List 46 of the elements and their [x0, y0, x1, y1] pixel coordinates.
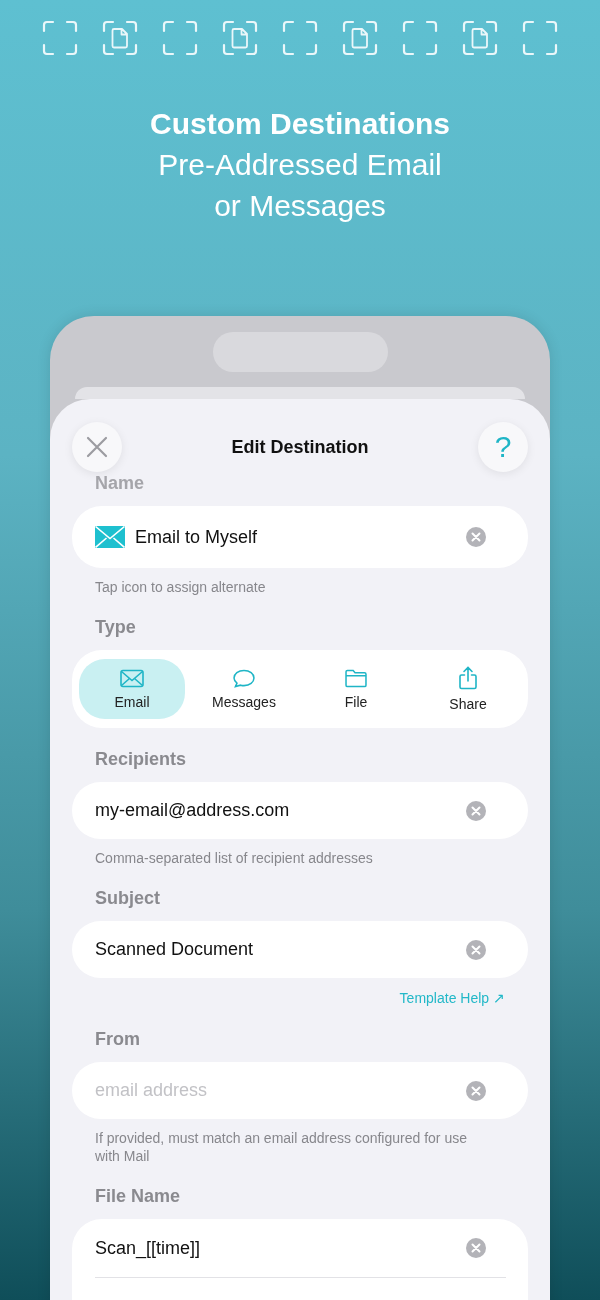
- section-label: File Name: [95, 1185, 181, 1207]
- clear-icon[interactable]: [466, 1238, 486, 1258]
- scan-frame-icon: [282, 20, 318, 56]
- headline-title: Custom Destinations: [150, 106, 450, 142]
- sheet-title: Edit Destination: [231, 436, 369, 458]
- text-field[interactable]: my-email@address.com: [72, 782, 528, 839]
- section-label: Recipients: [95, 748, 187, 770]
- clear-icon[interactable]: [466, 939, 486, 960]
- close-button[interactable]: [72, 422, 122, 472]
- text-field[interactable]: Scanned Document: [72, 921, 528, 978]
- type-option[interactable]: Email: [79, 659, 185, 719]
- section-label: Name: [95, 472, 145, 494]
- type-option[interactable]: File: [303, 659, 409, 719]
- scan-frame-icon: [162, 20, 198, 56]
- headline-subtitle: Pre-Addressed Email: [158, 147, 442, 183]
- field-value: my-email@address.com: [95, 800, 291, 821]
- hint-text: If provided, must match an email address configured for use with Mail: [95, 1129, 468, 1165]
- hint-text: Tap icon to assign alternate: [95, 578, 267, 596]
- document-scan-icon: [102, 20, 138, 56]
- field-placeholder: email address: [95, 1080, 209, 1101]
- clear-icon[interactable]: [466, 527, 486, 547]
- clear-icon[interactable]: [466, 800, 486, 821]
- field-value: Scanned Document: [95, 939, 255, 960]
- type-option[interactable]: Share: [415, 659, 521, 719]
- scan-frame-icon: [522, 20, 558, 56]
- document-scan-icon: [462, 20, 498, 56]
- scan-frame-icon: [402, 20, 438, 56]
- folder-icon: [344, 668, 368, 688]
- section-label: Type: [95, 616, 136, 638]
- hint-text: Comma-separated list of recipient addresses: [95, 849, 374, 867]
- clear-icon[interactable]: [466, 1080, 486, 1101]
- document-scan-icon: [222, 20, 258, 56]
- close-icon: [86, 436, 108, 458]
- text-field[interactable]: Email to Myself: [72, 506, 528, 568]
- headline-subtitle: or Messages: [214, 188, 386, 224]
- field-value[interactable]: Scan_[[time]]: [95, 1237, 466, 1259]
- scan-frame-icon: [42, 20, 78, 56]
- envelope-icon: [120, 668, 144, 688]
- speech-bubble-icon: [232, 668, 256, 688]
- share-icon: [458, 666, 478, 690]
- section-label: Subject: [95, 887, 160, 909]
- type-option[interactable]: Messages: [191, 659, 297, 719]
- field-value: Email to Myself: [135, 526, 259, 548]
- document-scan-icon: [342, 20, 378, 56]
- envelope-icon[interactable]: [95, 526, 125, 548]
- section-label: From: [95, 1028, 140, 1050]
